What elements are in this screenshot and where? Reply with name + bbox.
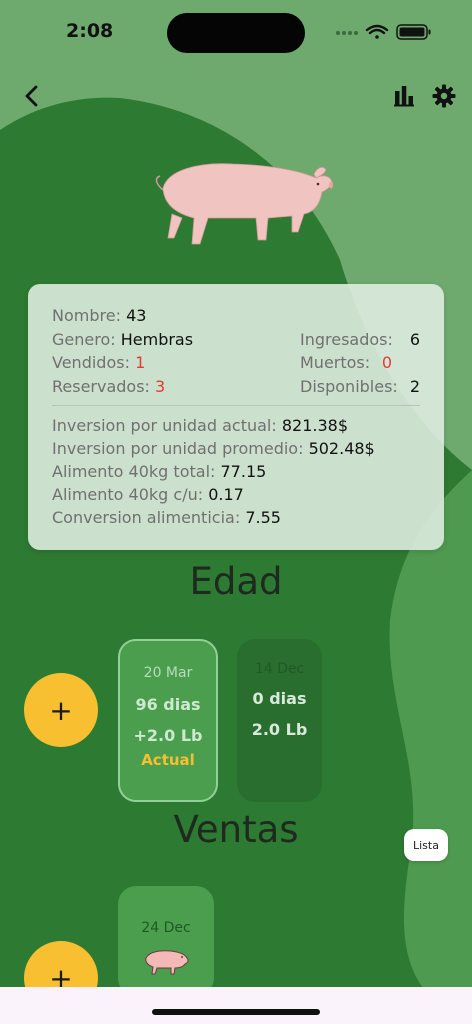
age-card-date: 14 Dec <box>254 661 305 677</box>
ingresados-label: Ingresados: <box>300 329 393 349</box>
back-button[interactable] <box>14 78 50 114</box>
inv-prom-row: Inversion por unidad promedio: 502.48$ <box>52 437 420 460</box>
vendidos-label: Vendidos: <box>52 353 130 373</box>
wifi-icon <box>365 24 389 39</box>
sale-card[interactable]: 24 Dec <box>118 886 214 996</box>
nombre-label: Nombre: <box>52 306 121 326</box>
add-edad-button[interactable]: + <box>24 673 98 747</box>
signal-icon <box>336 31 358 35</box>
stats-button[interactable] <box>386 78 422 114</box>
muertos-label: Muertos: <box>300 353 371 373</box>
edad-title: Edad <box>189 560 283 603</box>
bar-chart-icon <box>394 86 414 107</box>
nombre-row: Nombre: 43 <box>52 304 420 328</box>
home-indicator <box>152 1009 320 1015</box>
age-card-weight: +2.0 Lb <box>133 726 203 745</box>
inv-actual-row: Inversion por unidad actual: 821.38$ <box>52 414 420 437</box>
inv-actual-label: Inversion por unidad actual: <box>52 416 277 435</box>
alim-total-label: Alimento 40kg total: <box>52 462 216 481</box>
age-card-current[interactable]: 20 Mar 96 dias +2.0 Lb Actual <box>118 639 218 802</box>
pig-icon <box>118 946 214 980</box>
muertos-value: 0 <box>381 353 392 373</box>
lista-button[interactable]: Lista <box>404 829 448 861</box>
alim-total-row: Alimento 40kg total: 77.15 <box>52 460 420 483</box>
reservados-label: Reservados: <box>52 376 150 396</box>
disponibles-label: Disponibles: <box>300 376 398 396</box>
vendidos-value: 1 <box>135 353 146 373</box>
alim-cu-value: 0.17 <box>208 485 244 504</box>
age-card-tag: Actual <box>141 751 195 769</box>
age-card-days: 96 dias <box>135 695 201 714</box>
inv-actual-value: 821.38$ <box>281 416 349 435</box>
alim-cu-label: Alimento 40kg c/u: <box>52 485 204 504</box>
inv-prom-value: 502.48$ <box>308 439 375 458</box>
disponibles-value: 2 <box>409 376 420 396</box>
sale-card-date: 24 Dec <box>141 920 191 936</box>
vendidos-row: Vendidos: 1 Muertos: 0 <box>52 351 420 375</box>
genero-label: Genero: <box>52 329 116 349</box>
pig-image <box>155 163 333 245</box>
alim-total-value: 77.15 <box>220 462 267 481</box>
ventas-title: Ventas <box>173 808 299 851</box>
chevron-left-icon <box>25 85 38 107</box>
gear-icon <box>432 84 456 108</box>
reservados-row: Reservados: 3 Disponibles: 2 <box>52 375 420 399</box>
inv-prom-label: Inversion por unidad promedio: <box>52 439 304 458</box>
card-divider <box>52 405 420 406</box>
conv-row: Conversion alimenticia: 7.55 <box>52 506 420 529</box>
age-card-initial[interactable]: 14 Dec 0 dias 2.0 Lb <box>237 639 322 802</box>
settings-button[interactable] <box>426 78 462 114</box>
dynamic-island <box>167 13 305 53</box>
reservados-value: 3 <box>155 376 166 396</box>
battery-icon <box>396 24 431 40</box>
ingresados-value: 6 <box>409 329 420 349</box>
age-card-days: 0 dias <box>252 689 307 708</box>
nombre-value: 43 <box>126 306 147 326</box>
bottom-bar <box>0 987 472 1024</box>
age-card-date: 20 Mar <box>143 665 193 681</box>
conv-label: Conversion alimenticia: <box>52 508 241 527</box>
alim-cu-row: Alimento 40kg c/u: 0.17 <box>52 483 420 506</box>
info-card: Nombre: 43 Genero: Hembras Ingresados: 6 … <box>28 284 444 550</box>
age-card-weight: 2.0 Lb <box>251 720 308 739</box>
genero-row: Genero: Hembras Ingresados: 6 <box>52 328 420 352</box>
genero-value: Hembras <box>120 329 194 349</box>
status-time: 2:08 <box>66 20 114 42</box>
status-icons <box>334 22 434 42</box>
conv-value: 7.55 <box>245 508 281 527</box>
